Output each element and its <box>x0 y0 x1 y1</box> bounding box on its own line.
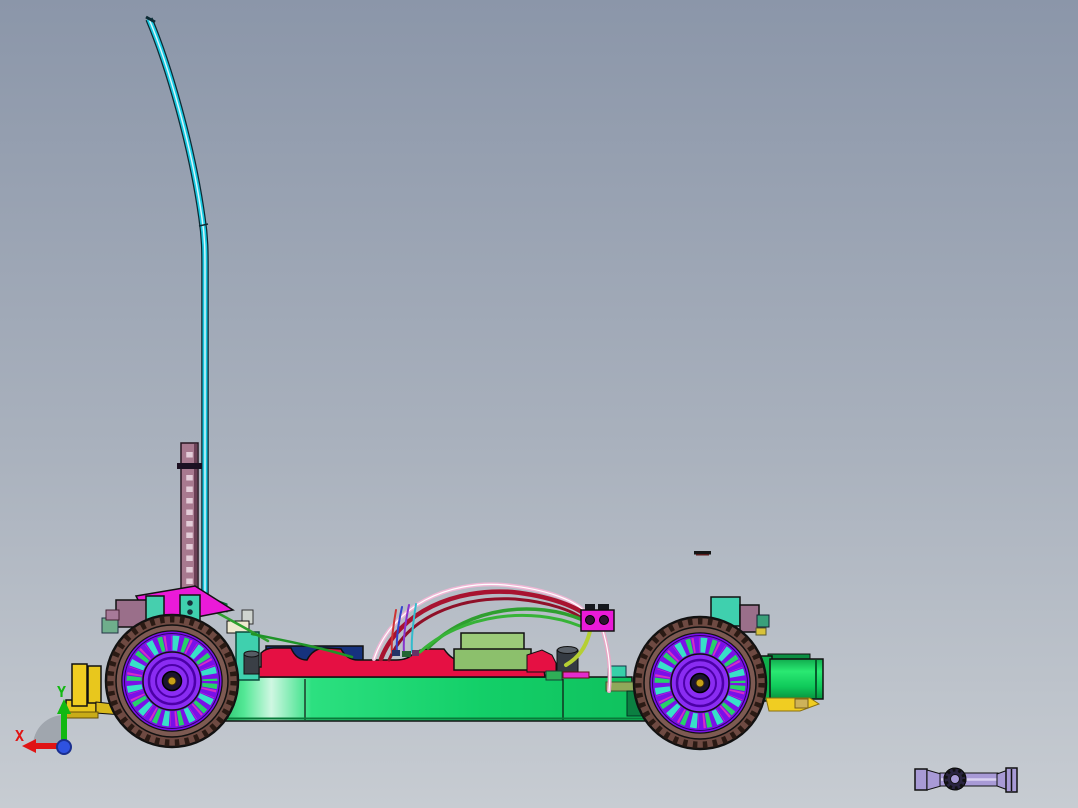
fragment-bar <box>694 551 711 555</box>
bumper-post-2 <box>87 665 102 704</box>
small-mauve-step <box>105 609 120 621</box>
rear-small-block <box>756 614 770 628</box>
rear-yellow-bit <box>755 627 767 636</box>
shaft-gear-center <box>950 774 960 784</box>
mount-tube-clip <box>177 463 202 469</box>
antenna-mount-tube[interactable] <box>177 442 202 599</box>
rear-wheel[interactable] <box>634 617 766 749</box>
y-axis-label: Y <box>57 683 66 701</box>
floating-fragment[interactable] <box>694 551 711 556</box>
green-bit <box>545 670 563 681</box>
plug-green <box>402 651 411 657</box>
capacitor-front-top <box>243 650 260 658</box>
cad-viewport[interactable]: X Y <box>0 0 1078 808</box>
chassis-deck[interactable] <box>212 676 663 722</box>
z-axis-dot <box>56 739 72 755</box>
plug-blue <box>392 650 400 656</box>
motor-khaki-bit <box>794 698 809 709</box>
shaft-left-cap <box>914 768 928 791</box>
front-wheel[interactable] <box>106 615 238 747</box>
esc-top <box>460 632 525 651</box>
magenta-strip <box>562 671 590 679</box>
shaft-left-flare <box>926 769 942 791</box>
viewport-canvas[interactable]: X Y <box>0 0 1078 808</box>
fragment-underline <box>696 554 709 556</box>
wire-plugs <box>392 650 419 657</box>
chassis-plate <box>212 676 663 722</box>
connector-hole-1 <box>585 615 595 625</box>
esc-box[interactable] <box>453 632 532 671</box>
capacitor-rear-top <box>557 646 578 654</box>
post-hole-1 <box>187 600 193 606</box>
esc-base <box>453 648 532 671</box>
x-axis-label: X <box>15 727 24 745</box>
post-hole-2 <box>187 609 193 615</box>
plug-purple <box>412 650 419 656</box>
bumper-post-1 <box>71 663 88 707</box>
connector-hole-2 <box>599 615 609 625</box>
